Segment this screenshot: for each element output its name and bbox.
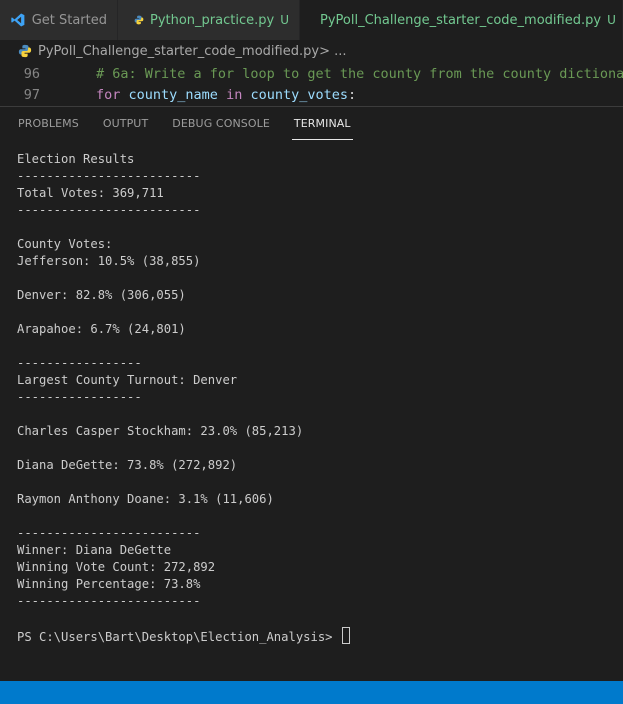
terminal-output[interactable]: Election Results ------------------------… <box>17 151 617 644</box>
terminal-line: County Votes: <box>17 237 113 251</box>
terminal-line: Total Votes: 369,711 <box>17 186 164 200</box>
tab-pypoll-challenge[interactable]: PyPoll_Challenge_starter_code_modified.p… <box>300 0 623 40</box>
breadcrumb-file[interactable]: PyPoll_Challenge_starter_code_modified.p… <box>38 44 319 59</box>
terminal-line: ------------------------- <box>17 526 201 540</box>
line-number: 96 <box>23 66 40 82</box>
code-keyword: in <box>226 87 243 103</box>
editor-tab-bar: Get Started Python_practice.py U PyPoll_… <box>0 0 623 40</box>
terminal-line: Denver: 82.8% (306,055) <box>17 288 186 302</box>
terminal-line: Diana DeGette: 73.8% (272,892) <box>17 458 238 472</box>
tab-problems[interactable]: PROBLEMS <box>18 107 79 141</box>
python-icon <box>18 44 32 58</box>
code-editor[interactable]: 96 # 6a: Write a for loop to get the cou… <box>0 64 623 106</box>
tab-debug-console[interactable]: DEBUG CONSOLE <box>172 107 270 141</box>
breadcrumb-more[interactable]: > ... <box>319 44 346 59</box>
vscode-icon <box>11 13 25 27</box>
python-icon <box>134 15 144 25</box>
code-variable: county_votes <box>250 87 349 103</box>
tab-python-practice[interactable]: Python_practice.py U <box>118 0 300 40</box>
terminal-line: ------------------------- <box>17 594 201 608</box>
untracked-flag: U <box>607 13 616 27</box>
tab-terminal[interactable]: TERMINAL <box>291 107 353 141</box>
terminal-line: ----------------- <box>17 390 142 404</box>
code-line: 97 for county_name in county_votes: <box>0 85 623 106</box>
terminal-line: Winner: Diana DeGette <box>17 543 172 557</box>
tab-label: Python_practice.py <box>149 12 275 28</box>
status-bar <box>0 681 623 704</box>
terminal-line: Largest County Turnout: Denver <box>17 373 238 387</box>
panel-tab-bar: PROBLEMS OUTPUT DEBUG CONSOLE TERMINAL <box>0 107 623 141</box>
code-punctuation: : <box>348 87 357 103</box>
terminal-cursor <box>341 627 350 644</box>
terminal-line: Winning Vote Count: 272,892 <box>17 560 216 574</box>
line-number: 97 <box>23 87 40 103</box>
terminal-line: Jefferson: 10.5% (38,855) <box>17 254 201 268</box>
code-keyword: for <box>96 87 121 103</box>
code-line: 96 # 6a: Write a for loop to get the cou… <box>0 64 623 85</box>
terminal-line: Winning Percentage: 73.8% <box>17 577 201 591</box>
untracked-flag: U <box>280 13 289 27</box>
terminal-line: ------------------------- <box>17 203 201 217</box>
code-comment: # 6a: Write a for loop to get the county… <box>96 66 623 82</box>
terminal-prompt: PS C:\Users\Bart\Desktop\Election_Analys… <box>17 630 340 644</box>
terminal-line: Election Results <box>17 152 135 166</box>
terminal-line: Charles Casper Stockham: 23.0% (85,213) <box>17 424 304 438</box>
terminal-line: ------------------------- <box>17 169 201 183</box>
terminal-line: Raymon Anthony Doane: 3.1% (11,606) <box>17 492 274 506</box>
terminal-line: ----------------- <box>17 356 142 370</box>
code-variable: county_name <box>128 87 218 103</box>
terminal-line: Arapahoe: 6.7% (24,801) <box>17 322 186 336</box>
breadcrumb: PyPoll_Challenge_starter_code_modified.p… <box>0 40 623 62</box>
tab-label: Get Started <box>31 12 107 28</box>
terminal-prompt-line[interactable]: PS C:\Users\Bart\Desktop\Election_Analys… <box>17 627 617 644</box>
tab-get-started[interactable]: Get Started <box>0 0 118 40</box>
tab-label: PyPoll_Challenge_starter_code_modified.p… <box>320 12 602 28</box>
tab-output[interactable]: OUTPUT <box>103 107 148 141</box>
